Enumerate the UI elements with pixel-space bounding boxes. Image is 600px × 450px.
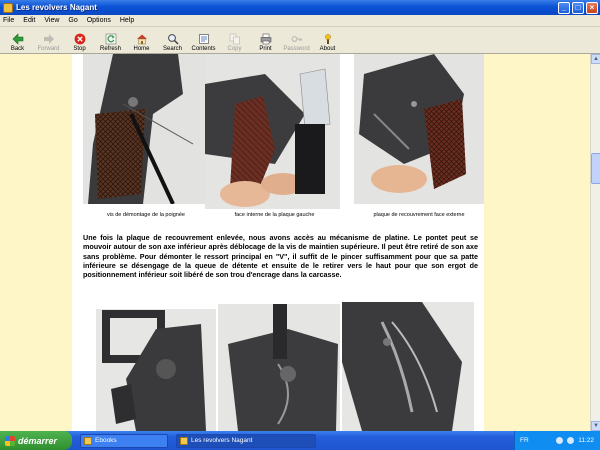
home-icon: [136, 33, 148, 45]
photo-cover-plate: [354, 54, 484, 204]
photo-grip-screw: [83, 54, 208, 204]
password-button[interactable]: Password: [281, 27, 312, 54]
password-label: Password: [283, 46, 310, 52]
refresh-icon: [105, 33, 117, 45]
about-label: About: [319, 46, 336, 52]
back-button[interactable]: Back: [2, 27, 33, 54]
home-label: Home: [133, 46, 150, 52]
start-label: démarrer: [18, 435, 58, 446]
clock[interactable]: 11:22: [578, 437, 594, 444]
contents-label: Contents: [191, 46, 216, 52]
forward-button[interactable]: Forward: [33, 27, 64, 54]
forward-arrow-icon: [43, 33, 55, 45]
menu-go[interactable]: Go: [68, 17, 77, 24]
network-icon[interactable]: [556, 437, 564, 444]
key-icon: [290, 33, 303, 45]
menu-view[interactable]: View: [44, 17, 59, 24]
vertical-scrollbar[interactable]: ▲ ▼: [590, 54, 600, 431]
about-button[interactable]: About: [312, 27, 343, 54]
menu-help[interactable]: Help: [120, 17, 134, 24]
refresh-label: Refresh: [99, 46, 121, 52]
taskbar-item-label: Ebooks: [95, 437, 117, 444]
stop-icon: [74, 33, 86, 45]
windows-flag-icon: [5, 435, 15, 446]
minimize-button[interactable]: _: [558, 1, 570, 14]
stop-label: Stop: [73, 46, 86, 52]
content-area[interactable]: vis de démontage de la poignée face inte…: [0, 54, 600, 431]
stop-button[interactable]: Stop: [64, 27, 95, 54]
close-button[interactable]: ×: [586, 1, 598, 14]
search-icon: [167, 33, 179, 45]
main-paragraph: Une fois la plaque de recouvrement enlev…: [83, 233, 478, 280]
print-icon: [260, 33, 272, 45]
app-icon: [180, 436, 188, 445]
photo-mechanism-3: [342, 302, 474, 431]
caption-2: face interne de la plaque gauche: [234, 212, 315, 218]
menu-file[interactable]: File: [3, 17, 14, 24]
scroll-up-arrow-icon[interactable]: ▲: [591, 54, 600, 64]
search-button[interactable]: Search: [157, 27, 188, 54]
about-icon: [322, 33, 334, 45]
app-icon: [3, 2, 13, 13]
print-label: Print: [259, 46, 272, 52]
app-window: Les revolvers Nagant _ □ × File Edit Vie…: [0, 0, 600, 450]
menu-options[interactable]: Options: [87, 17, 111, 24]
back-label: Back: [10, 46, 25, 52]
back-arrow-icon: [12, 33, 24, 45]
copy-label: Copy: [227, 46, 242, 52]
refresh-button[interactable]: Refresh: [95, 27, 126, 54]
menu-bar: File Edit View Go Options Help: [0, 15, 600, 27]
taskbar: démarrer Ebooks Les revolvers Nagant 11:…: [0, 431, 600, 450]
caption-3: plaque de recouvrement face externe: [373, 212, 465, 218]
scroll-thumb[interactable]: [591, 153, 600, 184]
page-body: vis de démontage de la poignée face inte…: [72, 54, 484, 431]
photo-mechanism-1: [96, 309, 216, 431]
scroll-down-arrow-icon[interactable]: ▼: [591, 421, 600, 431]
print-button[interactable]: Print: [250, 27, 281, 54]
window-title: Les revolvers Nagant: [16, 3, 97, 12]
toolbar: Back Forward Stop Refresh Home Search Co…: [0, 27, 600, 54]
contents-button[interactable]: Contents: [188, 27, 219, 54]
taskbar-item-nagant[interactable]: Les revolvers Nagant: [176, 433, 316, 448]
photo-left-plate: [205, 54, 340, 209]
caption-1: vis de démontage de la poignée: [107, 212, 185, 218]
taskbar-item-ebooks[interactable]: Ebooks: [80, 433, 168, 448]
forward-label: Forward: [37, 46, 60, 52]
copy-button[interactable]: Copy: [219, 27, 250, 54]
home-button[interactable]: Home: [126, 27, 157, 54]
title-bar[interactable]: Les revolvers Nagant _ □ ×: [0, 0, 600, 15]
language-indicator[interactable]: FR: [520, 437, 529, 444]
start-button[interactable]: démarrer: [0, 431, 72, 450]
volume-icon[interactable]: [567, 437, 575, 444]
maximize-button[interactable]: □: [572, 1, 584, 14]
search-label: Search: [162, 46, 182, 52]
copy-icon: [229, 33, 241, 45]
menu-edit[interactable]: Edit: [23, 17, 35, 24]
taskbar-item-label: Les revolvers Nagant: [191, 437, 253, 444]
contents-icon: [198, 33, 210, 45]
photo-mechanism-2: [218, 304, 340, 431]
folder-icon: [84, 436, 92, 445]
